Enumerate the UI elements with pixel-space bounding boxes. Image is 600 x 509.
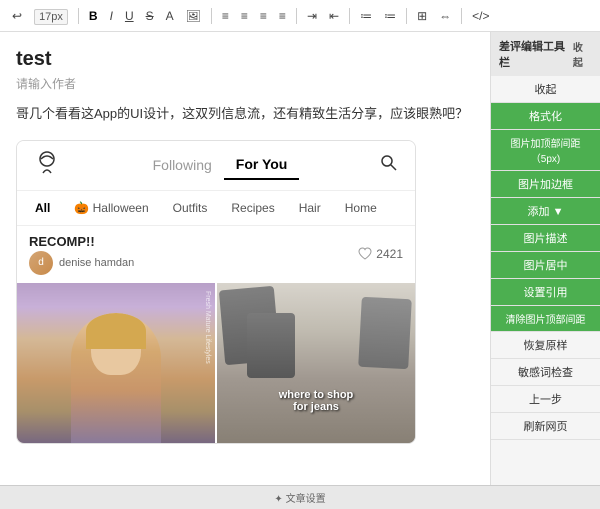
sidebar-collapse[interactable]: 收起 (573, 39, 592, 69)
toolbar: ↩ 17px B I U S A 🖼 ≡ ≡ ≡ ≡ ⇥ ⇤ ≔ ≔ ⊞ ⇔ <… (0, 0, 600, 32)
toolbar-table[interactable]: ⊞ (413, 7, 431, 25)
right-image-text: where to shop for jeans (279, 389, 354, 413)
sidebar-title: 差评编辑工具栏 (499, 38, 573, 70)
sidebar-collapse-btn[interactable]: 收起 (491, 76, 600, 103)
image-grid: Fresh Mature Lifestyles where to shop fo… (17, 283, 415, 443)
sidebar-set-quote-btn[interactable]: 设置引用 (491, 279, 600, 306)
toolbar-italic[interactable]: I (106, 7, 117, 25)
toolbar-underline[interactable]: U (121, 7, 138, 25)
like-count: 2421 (358, 247, 403, 261)
app-logo-icon (33, 149, 61, 182)
sidebar-refresh-btn[interactable]: 刷新网页 (491, 413, 600, 440)
category-home[interactable]: Home (339, 199, 383, 217)
toolbar-sep-2 (211, 8, 212, 24)
page-title: test (16, 48, 474, 71)
sidebar-undo-btn[interactable]: 上一步 (491, 386, 600, 413)
sidebar-add-btn[interactable]: 添加 ▼ (491, 198, 600, 225)
toolbar-ordered-list[interactable]: ≔ (380, 7, 400, 25)
sidebar-restore-btn[interactable]: 恢复原样 (491, 332, 600, 359)
toolbar-outdent[interactable]: ⇤ (325, 7, 343, 25)
app-nav-tabs: Following For You (141, 150, 300, 180)
toolbar-font-size[interactable]: 17px (30, 7, 72, 25)
sidebar-format-btn[interactable]: 格式化 (491, 103, 600, 130)
left-image-content: Fresh Mature Lifestyles (17, 283, 215, 443)
heart-icon (358, 247, 372, 261)
user-name: denise hamdan (59, 257, 134, 269)
toolbar-align-right[interactable]: ≡ (256, 7, 271, 25)
page-subtitle: 请输入作者 (16, 75, 474, 92)
toolbar-undo-icon[interactable]: ↩ (8, 7, 26, 25)
recomp-user: d denise hamdan (29, 251, 134, 275)
toolbar-link[interactable]: ⇔ (435, 7, 455, 25)
category-bar: All 🎃 🎃 HalloweenHalloween Outfits Recip… (17, 191, 415, 226)
sidebar-header: 差评编辑工具栏 收起 (491, 32, 600, 76)
page-description: 哥几个看看这App的UI设计，这双列信息流，还有精致生活分享，应该眼熟吧？ (16, 104, 474, 124)
app-nav: Following For You (17, 141, 415, 191)
search-icon[interactable] (379, 153, 399, 178)
toolbar-align-center[interactable]: ≡ (237, 7, 252, 25)
right-image: where to shop for jeans (217, 283, 415, 443)
toolbar-sep-4 (349, 8, 350, 24)
toolbar-sep-1 (78, 8, 79, 24)
tab-following[interactable]: Following (141, 151, 224, 179)
category-halloween[interactable]: 🎃 🎃 HalloweenHalloween (68, 199, 154, 217)
toolbar-bold[interactable]: B (85, 7, 102, 25)
category-all[interactable]: All (29, 199, 56, 217)
bottom-bar: ✦ 文章设置 (0, 485, 600, 509)
toolbar-sep-6 (461, 8, 462, 24)
toolbar-sep-3 (296, 8, 297, 24)
font-size-value[interactable]: 17px (34, 9, 68, 25)
category-recipes[interactable]: Recipes (225, 199, 280, 217)
like-number: 2421 (376, 247, 403, 261)
recomp-label: RECOMP!! (29, 234, 134, 249)
sidebar-img-desc-btn[interactable]: 图片描述 (491, 225, 600, 252)
toolbar-indent[interactable]: ⇥ (303, 7, 321, 25)
category-outfits[interactable]: Outfits (167, 199, 214, 217)
user-avatar: d (29, 251, 53, 275)
jeans-container (217, 283, 415, 443)
sidebar-img-border-btn[interactable]: 图片加边框 (491, 171, 600, 198)
left-image-text-overlay: Fresh Mature Lifestyles (204, 291, 211, 364)
toolbar-align-justify[interactable]: ≡ (275, 7, 290, 25)
tab-for-you[interactable]: For You (224, 150, 300, 180)
category-hair[interactable]: Hair (293, 199, 327, 217)
toolbar-align-left[interactable]: ≡ (218, 7, 233, 25)
bottom-article-settings[interactable]: ✦ 文章设置 (274, 490, 325, 505)
toolbar-strikethrough[interactable]: S (142, 7, 158, 25)
app-mockup: Following For You All 🎃 🎃 HalloweenHallo… (16, 140, 416, 444)
toolbar-sep-5 (406, 8, 407, 24)
sidebar-clear-top-margin-btn[interactable]: 清除图片顶部间距 (491, 306, 600, 332)
content-area: test 请输入作者 哥几个看看这App的UI设计，这双列信息流，还有精致生活分… (0, 32, 490, 485)
sidebar-sensitive-check-btn[interactable]: 敏感词检查 (491, 359, 600, 386)
toolbar-list[interactable]: ≔ (356, 7, 376, 25)
recomp-section: RECOMP!! d denise hamdan 2421 (17, 226, 415, 283)
main-layout: test 请输入作者 哥几个看看这App的UI设计，这双列信息流，还有精致生活分… (0, 32, 600, 485)
toolbar-color[interactable]: A (162, 7, 178, 25)
toolbar-code[interactable]: </> (468, 7, 493, 25)
right-sidebar: 差评编辑工具栏 收起 收起 格式化 图片加顶部间距（5px) 图片加边框 添加 … (490, 32, 600, 485)
sidebar-img-center-btn[interactable]: 图片居中 (491, 252, 600, 279)
toolbar-image[interactable]: 🖼 (182, 7, 205, 25)
sidebar-img-top-margin-btn[interactable]: 图片加顶部间距（5px) (491, 130, 600, 171)
left-image: Fresh Mature Lifestyles (17, 283, 215, 443)
